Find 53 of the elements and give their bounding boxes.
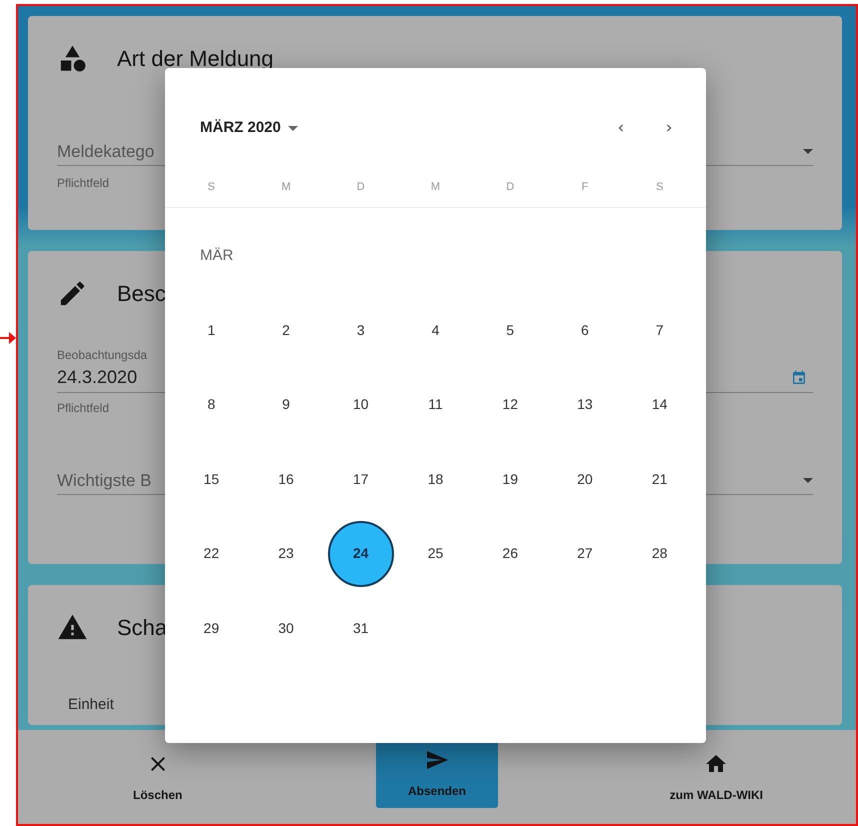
send-icon	[424, 748, 449, 772]
dropdown-caret-icon	[288, 126, 298, 130]
calendar-day[interactable]: 24	[328, 520, 394, 587]
calendar-day[interactable]: 29	[191, 608, 232, 648]
calendar-day[interactable]: 1	[191, 310, 232, 350]
weekday-label: M	[430, 180, 440, 195]
calendar-day[interactable]: 19	[490, 459, 530, 500]
calendar-day[interactable]: 28	[640, 534, 680, 574]
dropdown-caret-icon	[803, 149, 813, 154]
calendar-day[interactable]: 20	[564, 459, 605, 500]
calendar-day[interactable]: 12	[490, 384, 530, 425]
field-label: Beobachtungsda	[57, 347, 148, 363]
field-label: Einheit	[68, 696, 114, 713]
calendar-day[interactable]: 7	[640, 310, 680, 350]
calendar-day[interactable]: 17	[340, 459, 381, 500]
calendar-day[interactable]: 30	[266, 608, 306, 648]
calendar-day[interactable]: 25	[415, 534, 456, 574]
calendar-day[interactable]: 22	[191, 534, 232, 574]
month-year-selector[interactable]: MÄRZ 2020	[200, 116, 298, 140]
card-title: Scha	[117, 614, 168, 642]
calendar-day[interactable]: 9	[266, 384, 306, 425]
action-button[interactable]: Löschen	[132, 752, 182, 804]
calendar-day[interactable]: 6	[564, 310, 605, 350]
action-button[interactable]: zum WALD-WIKI	[670, 752, 763, 804]
weekday-label: D	[506, 180, 514, 195]
calendar-day[interactable]: 21	[640, 459, 680, 500]
dropdown-caret-icon	[803, 478, 813, 483]
calendar-day[interactable]: 11	[415, 384, 456, 425]
calendar-day[interactable]: 13	[564, 384, 605, 425]
calendar-day[interactable]: 27	[564, 534, 605, 574]
calendar-day[interactable]: 5	[490, 310, 530, 350]
calendar-day[interactable]: 10	[340, 384, 381, 425]
calendar-day[interactable]: 18	[415, 459, 456, 500]
calendar-day[interactable]: 31	[340, 608, 381, 648]
weekday-label: M	[281, 180, 291, 195]
card-title: Art der Meldung	[117, 44, 274, 72]
calendar-day[interactable]: 26	[490, 534, 530, 574]
weekday-label: S	[656, 180, 664, 195]
card-title: Besc	[117, 280, 166, 308]
month-heading: MÄR	[200, 246, 234, 266]
calendar-day[interactable]: 16	[266, 459, 306, 500]
calendar-day[interactable]: 14	[640, 384, 680, 425]
weekday-label: F	[582, 180, 588, 195]
calendar-day[interactable]: 3	[340, 310, 381, 350]
weekday-label: S	[208, 180, 216, 195]
calendar-day[interactable]: 2	[266, 310, 306, 350]
helper-text: Pflichtfeld	[57, 400, 110, 417]
calendar-day[interactable]: 15	[191, 459, 232, 500]
helper-text: Pflichtfeld	[57, 175, 110, 192]
calendar-day[interactable]: 23	[266, 534, 306, 574]
weekday-label: D	[356, 180, 365, 195]
calendar-day[interactable]: 4	[415, 310, 456, 350]
calendar-day[interactable]: 8	[191, 384, 232, 425]
